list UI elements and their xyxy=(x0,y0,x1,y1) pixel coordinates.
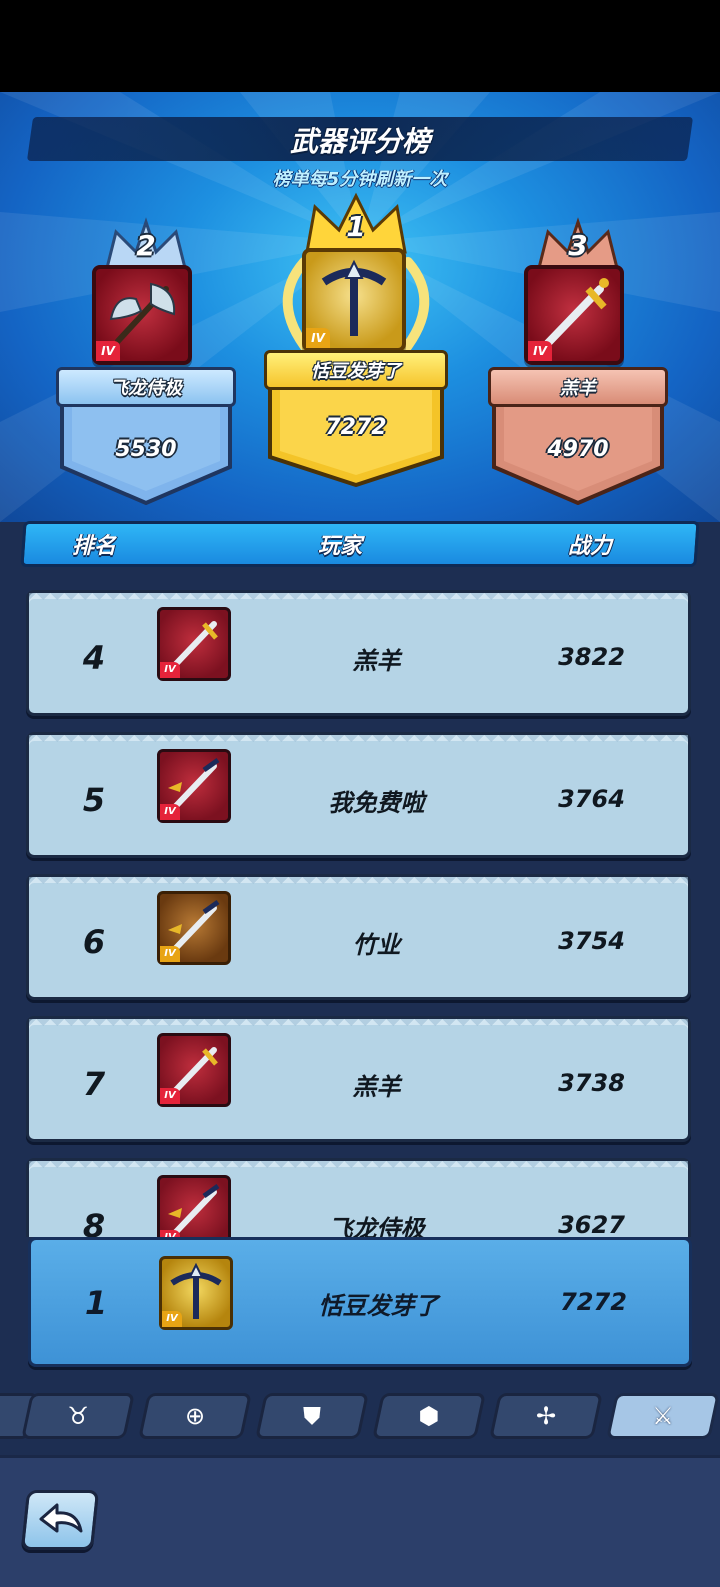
tier-badge: IV xyxy=(306,328,330,348)
tier-badge: IV xyxy=(160,804,180,820)
tab-demon[interactable]: ♉ xyxy=(21,1393,135,1439)
helmet-icon: ⬢ xyxy=(418,1402,440,1430)
tab-armor[interactable]: ⛊ xyxy=(255,1393,369,1439)
status-bar xyxy=(0,0,720,92)
row-rank: 1 xyxy=(84,1284,108,1322)
tier-badge: IV xyxy=(160,662,180,678)
tier-badge: IV xyxy=(160,1230,180,1237)
podium-player-name: 飞龙侍极 xyxy=(56,367,236,407)
row-rank: 5 xyxy=(82,781,106,819)
my-rank-row[interactable]: 1 IV 恬豆发芽了 7272 xyxy=(28,1237,692,1367)
row-weapon-frame: IV xyxy=(157,1033,231,1107)
column-player: 玩家 xyxy=(318,534,363,559)
gem-badge-icon: ⊕ xyxy=(184,1402,206,1430)
podium-score: 5530 xyxy=(115,437,177,462)
tab-compass[interactable]: ✢ xyxy=(489,1393,603,1439)
row-player-name: 我免费啦 xyxy=(328,789,425,817)
tab-weapon[interactable]: ⚔ xyxy=(606,1393,720,1439)
row-power: 3627 xyxy=(558,1211,625,1237)
back-button[interactable] xyxy=(20,1490,100,1550)
podium-score: 4970 xyxy=(547,437,609,462)
table-row[interactable]: 5 IV 我免费啦 3764 xyxy=(26,732,691,858)
podium-first[interactable]: 1 IV 恬豆发芽了 7272 xyxy=(264,192,448,492)
tier-badge: IV xyxy=(528,341,552,361)
row-pattern xyxy=(29,1161,688,1175)
column-rank: 排名 xyxy=(72,534,117,559)
page-title: 武器评分榜 xyxy=(289,125,430,158)
horned-demon-icon: ♉ xyxy=(67,1402,89,1430)
podium-third[interactable]: 3 IV 羔羊 4970 xyxy=(488,217,668,517)
tier-badge: IV xyxy=(160,1088,180,1104)
leaderboard-hero: 武器评分榜 榜单每5分钟刷新一次 2 IV 飞龙侍极 5530 1 IV 恬豆发… xyxy=(0,92,720,522)
sword-icon: ⚔ xyxy=(652,1402,674,1430)
row-player-name: 羔羊 xyxy=(352,1073,401,1101)
row-weapon-frame: IV xyxy=(157,749,231,823)
row-pattern xyxy=(29,735,688,749)
tier-badge: IV xyxy=(162,1311,182,1327)
tab-helmet[interactable]: ⬢ xyxy=(372,1393,486,1439)
podium-player-name: 羔羊 xyxy=(488,367,668,407)
podium-score: 7272 xyxy=(325,415,387,440)
row-player-name: 飞龙侍极 xyxy=(328,1215,425,1237)
row-rank: 7 xyxy=(82,1065,106,1103)
tab-gem[interactable]: ⊕ xyxy=(138,1393,252,1439)
podium-weapon-frame: IV xyxy=(92,265,192,365)
podium-player-name: 恬豆发芽了 xyxy=(264,350,448,390)
table-row[interactable]: 4 IV 羔羊 3822 xyxy=(26,590,691,716)
row-player-name: 羔羊 xyxy=(352,647,401,675)
compass-icon: ✢ xyxy=(535,1402,557,1430)
row-power: 3822 xyxy=(558,643,625,671)
podium-rank: 2 xyxy=(136,229,156,262)
podium-weapon-frame: IV xyxy=(302,248,406,352)
podium-rank: 3 xyxy=(568,229,588,262)
row-weapon-frame: IV xyxy=(157,607,231,681)
row-rank: 6 xyxy=(82,923,106,961)
leaderboard-list[interactable]: 4 IV 羔羊 3822 5 IV 我免费啦 3764 6 IV 竹业 3754… xyxy=(0,575,720,1237)
row-rank: 4 xyxy=(82,639,106,677)
bottom-panel xyxy=(0,1455,720,1587)
podium-rank: 1 xyxy=(346,210,366,243)
podium-weapon-frame: IV xyxy=(524,265,624,365)
table-row[interactable]: 6 IV 竹业 3754 xyxy=(26,874,691,1000)
winged-sword-icon xyxy=(168,1183,220,1237)
row-weapon-frame: IV xyxy=(157,1175,231,1237)
row-pattern xyxy=(29,593,688,607)
row-pattern xyxy=(29,1019,688,1033)
row-power: 3754 xyxy=(558,927,625,955)
podium-second[interactable]: 2 IV 飞龙侍极 5530 xyxy=(56,217,236,517)
armor-icon: ⛊ xyxy=(303,1402,321,1430)
row-weapon-frame: IV xyxy=(159,1256,233,1330)
table-row[interactable]: 8 IV 飞龙侍极 3627 xyxy=(26,1158,691,1237)
row-power: 7272 xyxy=(560,1288,627,1316)
row-rank: 8 xyxy=(82,1207,106,1237)
tier-badge: IV xyxy=(160,946,180,962)
refresh-note: 榜单每5分钟刷新一次 xyxy=(272,169,448,190)
tier-badge: IV xyxy=(96,341,120,361)
row-weapon-frame: IV xyxy=(157,891,231,965)
row-power: 3738 xyxy=(558,1069,625,1097)
column-power: 战力 xyxy=(568,534,613,559)
row-player-name: 竹业 xyxy=(352,931,401,959)
back-arrow-icon xyxy=(39,1503,83,1533)
category-tabs: ♉ ⊕ ⛊ ⬢ ✢ ⚔ xyxy=(0,1385,720,1451)
row-player-name: 恬豆发芽了 xyxy=(318,1292,439,1320)
table-row[interactable]: 7 IV 羔羊 3738 xyxy=(26,1016,691,1142)
row-power: 3764 xyxy=(558,785,625,813)
row-pattern xyxy=(29,877,688,891)
